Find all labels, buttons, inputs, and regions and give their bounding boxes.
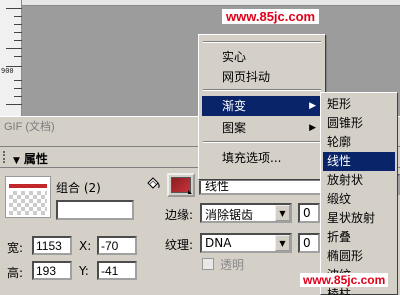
menu-item-label: 填充选项... <box>222 151 282 165</box>
transparent-checkbox[interactable] <box>202 258 214 270</box>
thumbnail-red-bar <box>9 184 47 188</box>
watermark-top: www.85jc.com <box>222 9 320 24</box>
fill-color-swatch[interactable] <box>167 173 195 197</box>
chevron-down-icon[interactable]: ▼ <box>275 235 290 251</box>
submenu-item-linear[interactable]: 线性 <box>323 152 395 171</box>
submenu-arrow-icon: ▶ <box>309 123 316 133</box>
ruler-tick <box>14 56 22 57</box>
menu-item-label: 图案 <box>222 121 247 135</box>
document-tab-label[interactable]: GIF (文档) <box>4 118 55 134</box>
thumbnail-transparency <box>9 191 47 215</box>
object-name-input[interactable] <box>56 200 134 220</box>
transparent-label: 透明 <box>220 258 245 272</box>
panel-title-text: 属性 <box>23 152 48 166</box>
swatch-dropdown-icon <box>188 190 192 194</box>
y-label: Y: <box>79 264 89 278</box>
submenu-item-cone[interactable]: 圆锥形 <box>323 114 395 133</box>
ruler-tick <box>14 40 22 41</box>
ruler-tick <box>6 8 22 9</box>
ruler-tick <box>14 24 22 25</box>
menu-item-label: 网页抖动 <box>222 70 271 84</box>
texture-select[interactable]: DNA ▼ <box>200 233 292 253</box>
collapse-arrow-icon[interactable]: ▼ <box>13 156 20 166</box>
x-input[interactable]: -70 <box>97 236 137 255</box>
ruler-tick <box>14 80 22 81</box>
ruler-tick <box>14 16 22 17</box>
menu-item-pattern[interactable]: 图案 ▶ <box>202 118 322 138</box>
menu-separator <box>203 89 321 91</box>
ruler-tick <box>6 48 22 49</box>
submenu-item-starburst[interactable]: 星状放射 <box>323 209 395 228</box>
width-label: 宽: <box>7 241 24 255</box>
submenu-item-radial[interactable]: 放射状 <box>323 171 395 190</box>
menu-item-label: 实心 <box>222 50 247 64</box>
ruler-number: 900 <box>1 67 14 75</box>
width-input[interactable]: 1153 <box>32 236 72 255</box>
vertical-ruler: 900 <box>0 0 22 116</box>
panel-title[interactable]: ▼ 属性 <box>13 150 48 167</box>
x-label: X: <box>79 239 92 253</box>
submenu-item-contour[interactable]: 轮廓 <box>323 133 395 152</box>
ruler-tick <box>14 96 22 97</box>
paint-bucket-icon <box>147 177 160 189</box>
menu-item-label: 渐变 <box>222 99 247 113</box>
submenu-item-elliptical[interactable]: 椭圆形 <box>323 247 395 266</box>
fill-context-menu: 实心 网页抖动 渐变 ▶ 图案 ▶ 填充选项... <box>198 34 326 180</box>
object-thumbnail <box>5 176 51 218</box>
edge-label: 边缘: <box>165 208 194 222</box>
ruler-tick <box>6 104 22 105</box>
watermark-bottom: www.85jc.com <box>300 273 389 287</box>
texture-label: 纹理: <box>165 238 194 252</box>
menu-item-solid[interactable]: 实心 <box>202 47 322 67</box>
texture-amount-stepper[interactable]: 0 <box>298 233 320 253</box>
edge-select-value: 消除锯齿 <box>205 208 254 222</box>
object-type-label: 组合 (2) <box>56 181 101 195</box>
menu-separator <box>203 41 321 43</box>
horizontal-ruler <box>22 0 400 6</box>
edge-select[interactable]: 消除锯齿 ▼ <box>200 203 292 223</box>
submenu-item-satin[interactable]: 缎纹 <box>323 190 395 209</box>
menu-item-gradient[interactable]: 渐变 ▶ <box>202 96 322 116</box>
submenu-item-rectangle[interactable]: 矩形 <box>323 95 395 114</box>
submenu-arrow-icon: ▶ <box>309 101 316 111</box>
menu-separator <box>203 141 321 143</box>
menu-item-fill-options[interactable]: 填充选项... <box>202 148 322 168</box>
y-input[interactable]: -41 <box>97 261 137 280</box>
chevron-down-icon[interactable]: ▼ <box>275 205 290 221</box>
panel-grip-handle[interactable] <box>3 151 8 163</box>
height-label: 高: <box>7 266 24 280</box>
ruler-tick <box>14 88 22 89</box>
height-input[interactable]: 193 <box>32 261 72 280</box>
menu-item-web-dither[interactable]: 网页抖动 <box>202 67 322 87</box>
edge-amount-stepper[interactable]: 0 <box>298 203 320 223</box>
texture-select-value: DNA <box>205 236 232 250</box>
ruler-tick <box>14 32 22 33</box>
gradient-submenu: 矩形 圆锥形 轮廓 线性 放射状 缎纹 星状放射 折叠 椭圆形 波纹 棱柱 <box>320 92 398 295</box>
submenu-item-folds[interactable]: 折叠 <box>323 228 395 247</box>
